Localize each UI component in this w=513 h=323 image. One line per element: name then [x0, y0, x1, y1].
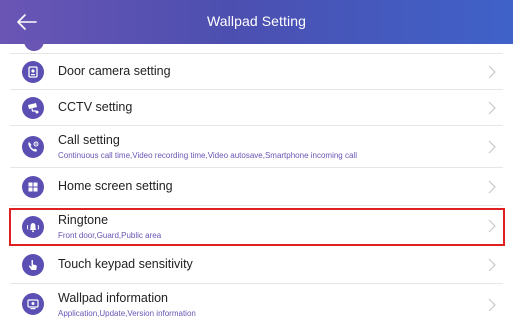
door-camera-icon — [22, 61, 44, 83]
menu-item-call[interactable]: Call setting Continuous call time,Video … — [10, 126, 503, 168]
menu-item-title: Wallpad information — [58, 291, 169, 305]
partial-item-icon — [24, 41, 44, 51]
menu-item-door-camera[interactable]: Door camera setting — [10, 54, 503, 90]
menu-item-subtitle: Application,Update,Version information — [58, 309, 196, 318]
menu-item-wallpad-info[interactable]: Wallpad information Application,Update,V… — [10, 284, 503, 323]
menu-item-title: Ringtone — [58, 213, 109, 227]
chevron-right-icon — [488, 101, 496, 115]
menu-item-subtitle: Front door,Guard,Public area — [58, 231, 162, 240]
menu-item-title: Call setting — [58, 133, 120, 147]
menu-item-title: Door camera setting — [58, 64, 171, 78]
chevron-right-icon — [488, 140, 496, 154]
ringtone-icon — [22, 216, 44, 238]
home-screen-icon — [22, 176, 44, 198]
info-monitor-icon — [22, 293, 44, 315]
menu-item-title: CCTV setting — [58, 100, 133, 114]
chevron-right-icon — [488, 258, 496, 272]
menu-item-title: Home screen setting — [58, 179, 173, 193]
phone-settings-icon — [22, 136, 44, 158]
cctv-icon — [22, 97, 44, 119]
menu-item-title: Touch keypad sensitivity — [58, 257, 193, 271]
menu-item-cctv[interactable]: CCTV setting — [10, 90, 503, 126]
menu-item-home-screen[interactable]: Home screen setting — [10, 168, 503, 206]
menu-item-touch-sensitivity[interactable]: Touch keypad sensitivity — [10, 246, 503, 284]
touch-icon — [22, 254, 44, 276]
chevron-right-icon — [488, 298, 496, 312]
menu-item-ringtone[interactable]: Ringtone Front door,Guard,Public area — [10, 206, 503, 246]
chevron-right-icon — [488, 65, 496, 79]
header-bar: Wallpad Setting — [0, 0, 513, 44]
chevron-right-icon — [488, 219, 496, 233]
menu-item-subtitle: Continuous call time,Video recording tim… — [58, 151, 357, 160]
chevron-right-icon — [488, 180, 496, 194]
page-title: Wallpad Setting — [206, 13, 307, 29]
